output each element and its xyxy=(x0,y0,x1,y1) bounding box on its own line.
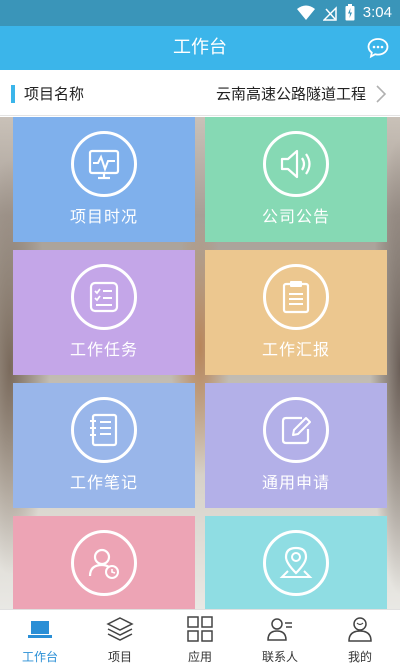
monitor-pulse-icon xyxy=(71,131,137,197)
tile-attendance[interactable] xyxy=(13,516,195,609)
layers-icon xyxy=(106,617,134,641)
tile-label: 工作汇报 xyxy=(261,340,330,359)
nav-label: 应用 xyxy=(187,650,212,664)
battery-icon xyxy=(345,4,355,21)
tile-label: 通用申请 xyxy=(261,473,330,492)
clipboard-icon xyxy=(263,264,329,330)
status-bar: 3:04 xyxy=(0,0,400,26)
status-icons: 3:04 xyxy=(296,4,392,21)
project-accent-bar xyxy=(11,85,15,103)
tile-general-application[interactable]: 通用申请 xyxy=(205,383,387,508)
nav-label: 工作台 xyxy=(21,650,58,664)
grid-icon xyxy=(187,616,213,642)
tile-company-notice[interactable]: 公司公告 xyxy=(205,117,387,242)
tile-location[interactable] xyxy=(205,516,387,609)
nav-item-project[interactable]: 项目 xyxy=(80,610,160,666)
nav-item-apps[interactable]: 应用 xyxy=(160,610,240,666)
project-selector[interactable]: 项目名称 云南高速公路隧道工程 xyxy=(0,72,400,116)
tile-work-notes[interactable]: 工作笔记 xyxy=(13,383,195,508)
laptop-icon xyxy=(28,621,52,638)
no-signal-icon xyxy=(322,5,337,21)
notebook-icon xyxy=(71,397,137,463)
chat-icon[interactable] xyxy=(366,36,390,60)
tile-work-report[interactable]: 工作汇报 xyxy=(205,250,387,375)
app-bar: 工作台 xyxy=(0,26,400,70)
tile-work-task[interactable]: 工作任务 xyxy=(13,250,195,375)
tile-project-status[interactable]: 项目时况 xyxy=(13,117,195,242)
speaker-icon xyxy=(263,131,329,197)
page-title: 工作台 xyxy=(173,37,227,58)
tile-label: 工作笔记 xyxy=(69,473,138,492)
status-time: 3:04 xyxy=(362,4,392,21)
profile-icon xyxy=(348,617,372,642)
wifi-icon xyxy=(296,5,315,20)
tile-label: 工作任务 xyxy=(69,340,138,359)
nav-label: 我的 xyxy=(347,650,372,664)
map-pin-icon xyxy=(263,530,329,596)
tile-label: 公司公告 xyxy=(261,207,330,226)
bottom-nav: 工作台 项目 应用 联系人 我的 xyxy=(0,609,400,666)
tile-grid: 项目时况 公司公告 工作任务 工作汇报 工作笔记 通用申请 xyxy=(0,117,400,609)
nav-label: 联系人 xyxy=(261,650,298,664)
project-label: 项目名称 xyxy=(24,85,85,103)
nav-item-contacts[interactable]: 联系人 xyxy=(240,610,320,666)
nav-item-workbench[interactable]: 工作台 xyxy=(0,610,80,666)
user-clock-icon xyxy=(71,530,137,596)
edit-icon xyxy=(263,397,329,463)
nav-label: 项目 xyxy=(107,650,132,664)
nav-item-mine[interactable]: 我的 xyxy=(320,610,400,666)
chevron-right-icon xyxy=(376,85,387,103)
contact-icon xyxy=(267,618,292,641)
tile-label: 项目时况 xyxy=(69,207,138,226)
project-value: 云南高速公路隧道工程 xyxy=(215,85,366,103)
task-list-icon xyxy=(71,264,137,330)
